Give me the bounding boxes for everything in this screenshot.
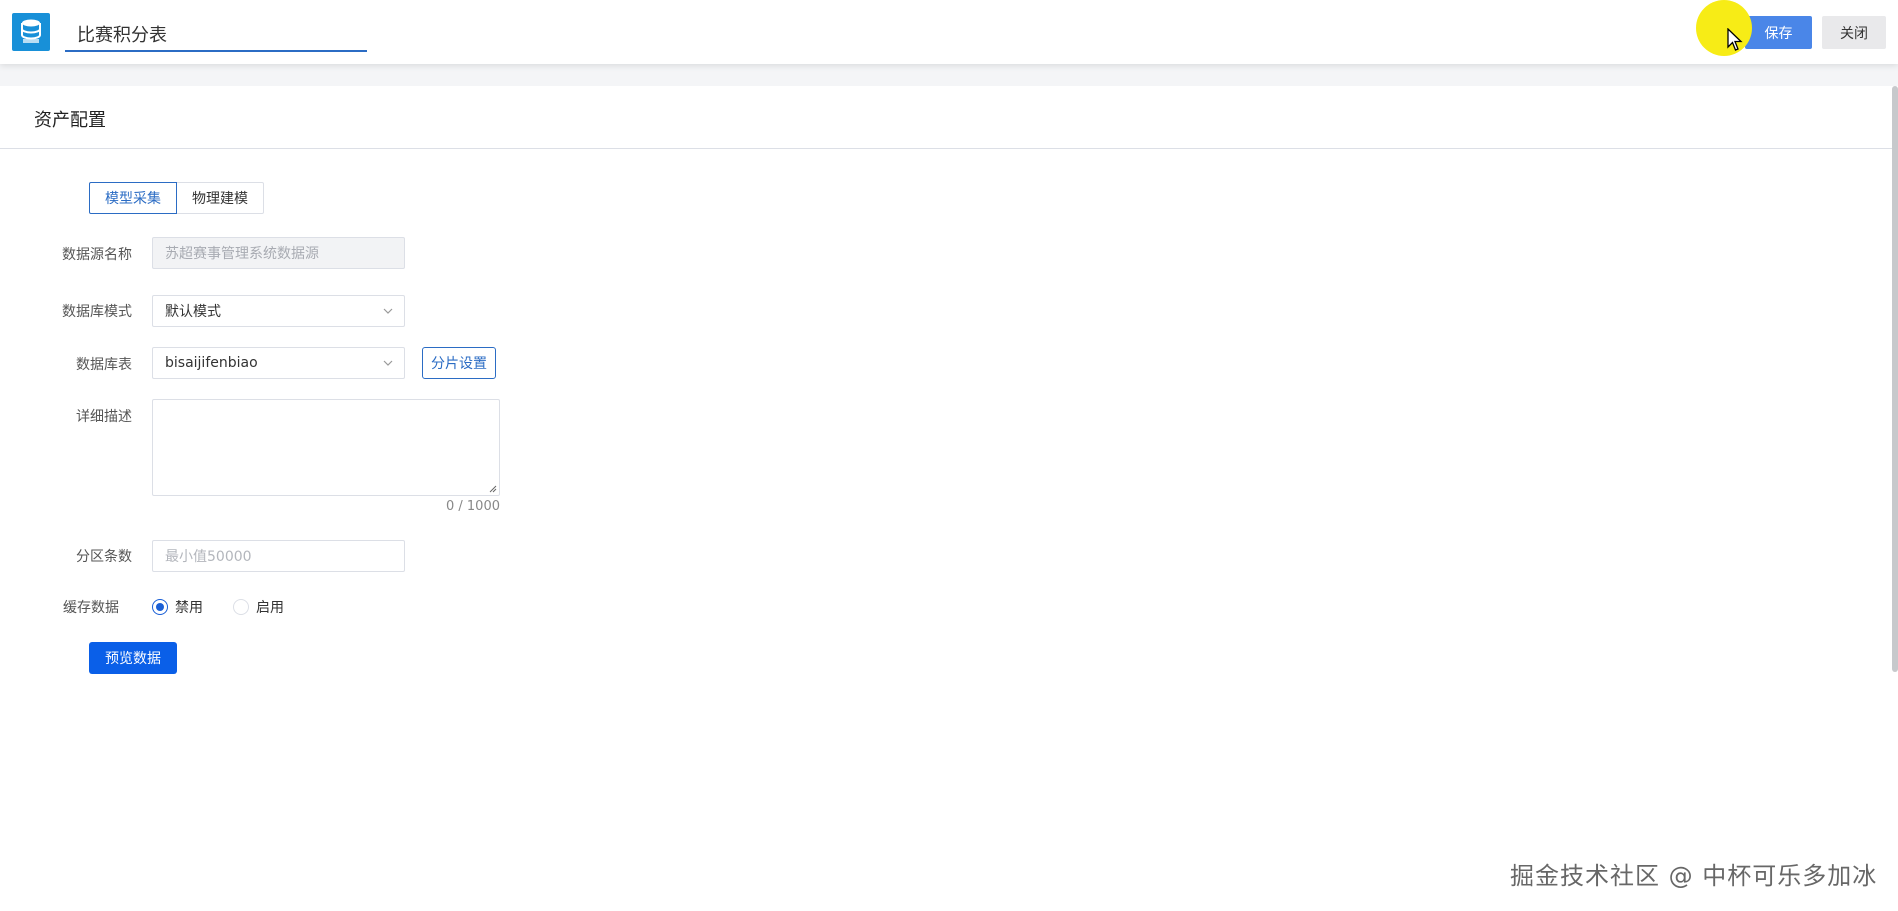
resize-handle-icon[interactable] [487, 483, 497, 493]
mouse-cursor-icon [1727, 28, 1743, 51]
description-label: 详细描述 [76, 409, 132, 425]
description-textarea[interactable] [152, 399, 500, 496]
datasource-field: 苏超赛事管理系统数据源 [152, 237, 405, 269]
tab-model-collect[interactable]: 模型采集 [89, 182, 177, 214]
datasource-label: 数据源名称 [62, 247, 132, 263]
partition-placeholder: 最小值50000 [165, 549, 252, 565]
table-select[interactable]: bisaijifenbiao [152, 347, 405, 379]
scrollbar[interactable] [1892, 86, 1898, 672]
datasource-value: 苏超赛事管理系统数据源 [165, 246, 319, 262]
app-logo [12, 13, 50, 51]
radio-disable-label[interactable]: 禁用 [175, 597, 203, 617]
cache-radio-group: 禁用 启用 [152, 597, 314, 617]
mode-tabs: 模型采集 物理建模 [89, 182, 264, 214]
radio-enable-label[interactable]: 启用 [256, 597, 284, 617]
shard-settings-button[interactable]: 分片设置 [422, 347, 496, 379]
preview-data-button[interactable]: 预览数据 [89, 642, 177, 674]
partition-input[interactable]: 最小值50000 [152, 540, 405, 572]
divider [0, 148, 1895, 149]
title-field[interactable]: 比赛积分表 [65, 18, 367, 52]
tab-physical-model[interactable]: 物理建模 [177, 182, 264, 214]
schema-select[interactable]: 默认模式 [152, 295, 405, 327]
cache-label: 缓存数据 [63, 600, 119, 616]
header-gap [0, 64, 1898, 86]
close-button[interactable]: 关闭 [1822, 16, 1886, 49]
chevron-down-icon [383, 360, 393, 366]
schema-label: 数据库模式 [62, 304, 132, 320]
radio-enable[interactable] [233, 599, 249, 615]
chevron-down-icon [383, 308, 393, 314]
schema-value: 默认模式 [165, 304, 221, 320]
database-icon [21, 19, 41, 43]
title-input[interactable]: 比赛积分表 [77, 21, 167, 47]
table-label: 数据库表 [76, 357, 132, 373]
table-value: bisaijifenbiao [165, 355, 258, 371]
partition-label: 分区条数 [76, 549, 132, 565]
char-counter: 0 / 1000 [446, 499, 500, 514]
radio-disable[interactable] [152, 599, 168, 615]
save-button[interactable]: 保存 [1745, 16, 1812, 49]
cursor-highlight [1696, 0, 1752, 56]
watermark: 掘金技术社区 @ 中杯可乐多加冰 [1510, 862, 1878, 890]
page-title: 资产配置 [34, 110, 106, 131]
top-header: 比赛积分表 保存 关闭 [0, 0, 1898, 64]
